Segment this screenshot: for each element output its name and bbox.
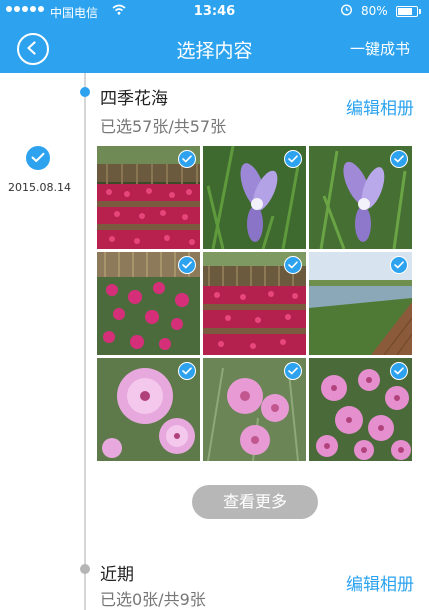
check-icon <box>394 261 404 269</box>
battery-fill <box>398 8 413 15</box>
photo-thumbnail[interactable] <box>97 358 200 461</box>
timeline-node-active <box>80 87 90 97</box>
photo-thumbnail[interactable] <box>203 146 306 249</box>
selected-check-badge[interactable] <box>390 256 408 274</box>
battery-icon <box>396 6 421 17</box>
selected-check-badge[interactable] <box>390 150 408 168</box>
photo-thumbnail[interactable] <box>97 252 200 355</box>
make-book-button[interactable]: 一键成书 <box>350 38 410 59</box>
photo-thumbnail[interactable] <box>309 146 412 249</box>
check-icon <box>182 367 192 375</box>
photo-thumbnail[interactable] <box>309 358 412 461</box>
edit-album-link[interactable]: 编辑相册 <box>346 570 414 595</box>
selected-check-badge[interactable] <box>390 362 408 380</box>
alarm-icon <box>340 3 353 19</box>
photo-thumbnail[interactable] <box>203 252 306 355</box>
status-bar: 中国电信 13:46 80% <box>0 0 429 22</box>
selected-check-badge[interactable] <box>284 362 302 380</box>
album-count: 已选0张/共9张 <box>100 590 206 609</box>
selected-check-badge[interactable] <box>284 150 302 168</box>
check-icon <box>182 155 192 163</box>
check-icon <box>288 367 298 375</box>
check-icon <box>394 367 404 375</box>
check-icon <box>182 261 192 269</box>
album-title: 近期 <box>100 565 134 585</box>
date-select-checkbox[interactable] <box>26 146 50 170</box>
check-icon <box>31 152 45 162</box>
selected-check-badge[interactable] <box>178 256 196 274</box>
selected-check-badge[interactable] <box>178 362 196 380</box>
album-title: 四季花海 <box>100 89 168 109</box>
selected-check-badge[interactable] <box>284 256 302 274</box>
battery-percent: 80% <box>361 4 388 18</box>
check-icon <box>394 155 404 163</box>
photo-grid <box>97 146 412 461</box>
timeline-line <box>84 73 86 610</box>
edit-album-link[interactable]: 编辑相册 <box>346 94 414 119</box>
view-more-button[interactable]: 查看更多 <box>192 485 318 519</box>
photo-thumbnail[interactable] <box>97 146 200 249</box>
timeline-node-inactive <box>80 564 90 574</box>
photo-thumbnail[interactable] <box>203 358 306 461</box>
check-icon <box>288 261 298 269</box>
top-bar: 中国电信 13:46 80% 选择内容 一键成书 <box>0 0 429 73</box>
date-label: 2015.08.14 <box>8 181 71 194</box>
album-count: 已选57张/共57张 <box>100 117 227 136</box>
photo-thumbnail[interactable] <box>309 252 412 355</box>
selected-check-badge[interactable] <box>178 150 196 168</box>
check-icon <box>288 155 298 163</box>
